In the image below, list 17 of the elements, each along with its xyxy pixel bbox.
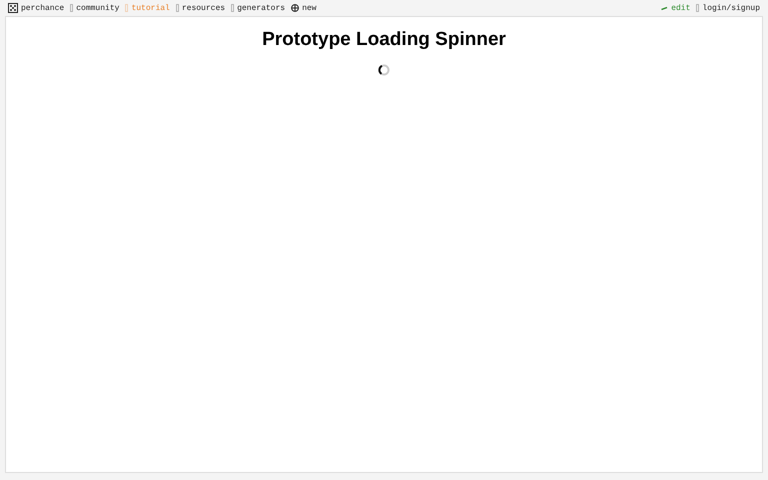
missing-glyph-icon — [70, 4, 74, 12]
nav-link[interactable]: perchance — [21, 4, 64, 12]
missing-glyph-icon — [231, 4, 234, 12]
missing-glyph-icon — [176, 4, 179, 12]
missing-glyph-icon — [125, 4, 128, 12]
missing-glyph-icon — [696, 4, 700, 12]
page-title: Prototype Loading Spinner — [262, 29, 506, 51]
nav-link[interactable]: login/signup — [702, 4, 760, 12]
loading-spinner-icon — [378, 64, 390, 76]
nav-link[interactable]: community — [76, 4, 120, 12]
nav-link[interactable]: edit — [671, 4, 690, 12]
die-icon — [8, 3, 18, 13]
add-icon — [291, 4, 300, 12]
nav-link[interactable]: new — [302, 4, 316, 12]
nav-link[interactable]: generators — [237, 4, 286, 12]
nav-link[interactable]: resources — [182, 4, 226, 12]
pencil-icon — [661, 6, 668, 10]
